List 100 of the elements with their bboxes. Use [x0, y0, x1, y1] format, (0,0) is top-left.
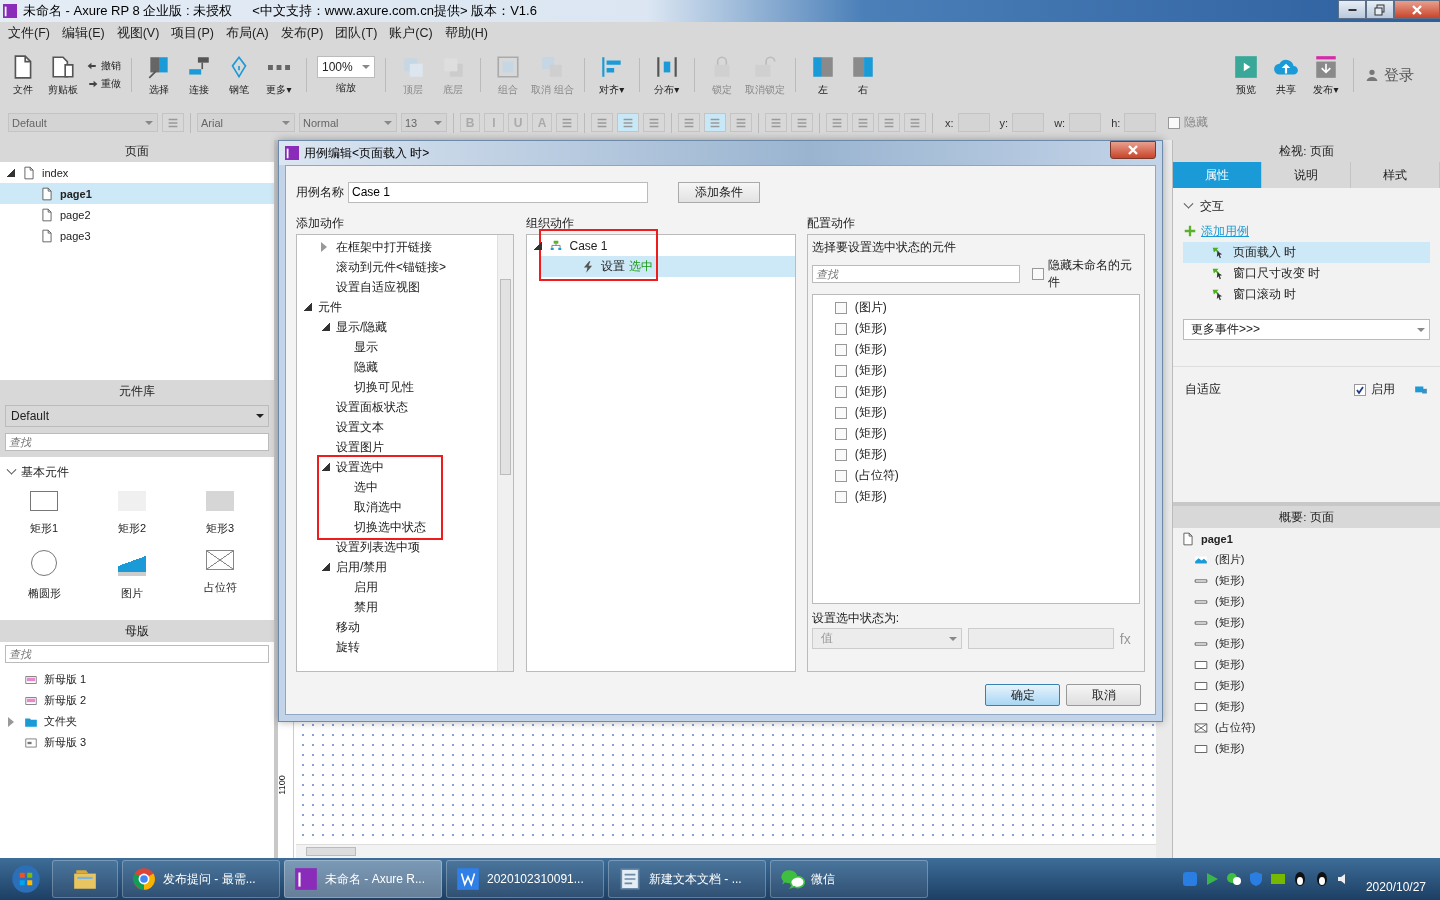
outline-item[interactable]: (矩形)	[1173, 738, 1440, 759]
toolbar-button[interactable]: 右	[845, 53, 880, 97]
dialog-button[interactable]: 取消	[1066, 684, 1141, 706]
search-field[interactable]: 查找	[811, 265, 1020, 283]
menu-item[interactable]: 发布(P)	[274, 25, 330, 42]
action-item[interactable]: 设置面板状态	[321, 397, 408, 417]
widget-checkbox[interactable]	[834, 427, 847, 440]
outline-item[interactable]: (图片)	[1173, 549, 1440, 570]
action-item[interactable]: 启用/禁用	[321, 557, 388, 577]
format-tool-button[interactable]	[617, 113, 639, 132]
action-item[interactable]: 选中	[339, 477, 378, 497]
widget-item[interactable]: 图片	[88, 550, 176, 601]
widget-checkbox[interactable]	[834, 322, 847, 335]
restore-button[interactable]	[1366, 0, 1394, 19]
action-item[interactable]: 滚动到元件<锚链接>	[321, 257, 446, 277]
page-item[interactable]: page3	[0, 225, 274, 246]
hide-checkbox[interactable]	[1168, 116, 1181, 129]
action-item[interactable]: 元件	[303, 297, 342, 317]
format-tool-button[interactable]	[556, 113, 578, 132]
toolbar-button[interactable]: 发布▾	[1309, 53, 1343, 97]
scrollbar[interactable]	[497, 235, 514, 671]
page-item[interactable]: page1	[0, 183, 274, 204]
taskbar-button[interactable]: 新建文本文档 - ...	[608, 860, 766, 898]
format-tool-button[interactable]	[162, 113, 184, 132]
action-item[interactable]: 设置图片	[321, 437, 384, 457]
case-action-item[interactable]: 设置 选中	[541, 256, 795, 277]
section-header[interactable]: 基本元件	[0, 461, 274, 483]
toolbar-button[interactable]: 选择	[142, 53, 176, 97]
outline-item[interactable]: (矩形)	[1173, 570, 1440, 591]
format-select[interactable]: Normal	[299, 113, 397, 132]
menu-item[interactable]: 团队(T)	[329, 25, 384, 42]
event-item[interactable]: 页面载入 时	[1183, 242, 1430, 263]
action-item[interactable]: 在框架中打开链接	[321, 237, 432, 257]
taskbar-button[interactable]: 未命名 - Axure R...	[284, 860, 442, 898]
widget-checkbox[interactable]	[834, 364, 847, 377]
outline-item[interactable]: (矩形)	[1173, 612, 1440, 633]
close-button[interactable]	[1110, 141, 1156, 159]
outline-item[interactable]: (矩形)	[1173, 633, 1440, 654]
toolbar-button[interactable]: 剪贴板	[46, 53, 80, 97]
format-tool-button[interactable]	[878, 113, 900, 132]
outline-item[interactable]: (矩形)	[1173, 675, 1440, 696]
taskbar-button[interactable]: 微信	[770, 860, 928, 898]
format-tool-button[interactable]	[765, 113, 787, 132]
widget-item[interactable]: 占位符	[176, 550, 264, 601]
section-header[interactable]: 交互	[1173, 192, 1440, 220]
taskbar-button[interactable]: 发布提问 - 最需...	[122, 860, 280, 898]
action-item[interactable]: 启用	[339, 577, 378, 597]
toolbar-button[interactable]: 分布▾	[649, 53, 684, 97]
taskbar-button[interactable]	[52, 860, 118, 898]
action-item[interactable]: 禁用	[339, 597, 378, 617]
toolbar-button[interactable]: 撤销	[86, 59, 121, 73]
outline-item[interactable]: (占位符)	[1173, 717, 1440, 738]
format-tool-button[interactable]	[852, 113, 874, 132]
action-item[interactable]: 切换选中状态	[339, 517, 426, 537]
widget-item[interactable]: 椭圆形	[0, 550, 88, 601]
search-field[interactable]: 查找	[5, 433, 269, 451]
outline-item[interactable]: (矩形)	[1173, 654, 1440, 675]
search-field[interactable]: 查找	[5, 645, 269, 663]
page-item[interactable]: index	[0, 162, 274, 183]
outline-page-item[interactable]: page1	[1173, 528, 1440, 549]
format-tool-button[interactable]	[643, 113, 665, 132]
widget-checkbox[interactable]	[834, 301, 847, 314]
widget-checkbox[interactable]	[834, 343, 847, 356]
menu-item[interactable]: 布局(A)	[220, 25, 275, 42]
action-item[interactable]: 取消选中	[339, 497, 402, 517]
action-item[interactable]: 显示	[339, 337, 378, 357]
more-events-select[interactable]: 更多事件>>>	[1183, 319, 1430, 340]
case-name-field[interactable]: Case 1	[348, 181, 648, 203]
action-item[interactable]: 切换可见性	[339, 377, 414, 397]
inspector-tab[interactable]: 样式	[1351, 162, 1440, 188]
action-item[interactable]: 移动	[321, 617, 360, 637]
shield-icon[interactable]	[1247, 871, 1264, 887]
toolbar-button[interactable]: 文件	[6, 53, 40, 97]
action-item[interactable]: 设置文本	[321, 417, 384, 437]
format-select[interactable]: Arial	[197, 113, 295, 132]
master-item[interactable]: 新母版 3	[0, 732, 274, 753]
widget-checkbox[interactable]	[834, 385, 847, 398]
master-item[interactable]: 文件夹	[0, 711, 274, 732]
toolbar-button[interactable]: 对齐▾	[594, 53, 629, 97]
menu-item[interactable]: 视图(V)	[110, 25, 166, 42]
dialog-button[interactable]: 确定	[985, 684, 1060, 706]
tray-icon[interactable]	[1269, 871, 1286, 887]
widget-item[interactable]: 矩形1	[0, 491, 88, 536]
format-select[interactable]: 13	[401, 113, 447, 132]
action-item[interactable]: 设置自适应视图	[321, 277, 420, 297]
inspector-tab[interactable]: 说明	[1262, 162, 1351, 188]
action-item[interactable]: 隐藏	[339, 357, 378, 377]
action-item[interactable]: 设置选中	[321, 457, 384, 477]
menu-item[interactable]: 项目(P)	[165, 25, 220, 42]
menu-item[interactable]: 账户(C)	[383, 25, 439, 42]
tray-icon[interactable]	[1225, 871, 1242, 887]
value-field[interactable]	[967, 628, 1114, 649]
toolbar-button[interactable]: 连接	[182, 53, 216, 97]
format-tool-button[interactable]	[904, 113, 926, 132]
case-item[interactable]: Case 1	[527, 235, 795, 256]
widget-checkbox[interactable]	[834, 490, 847, 503]
master-item[interactable]: 新母版 1	[0, 669, 274, 690]
format-tool-button[interactable]	[826, 113, 848, 132]
toolbar-button[interactable]: 左	[805, 53, 840, 97]
event-item[interactable]: 窗口尺寸改变 时	[1183, 263, 1430, 284]
